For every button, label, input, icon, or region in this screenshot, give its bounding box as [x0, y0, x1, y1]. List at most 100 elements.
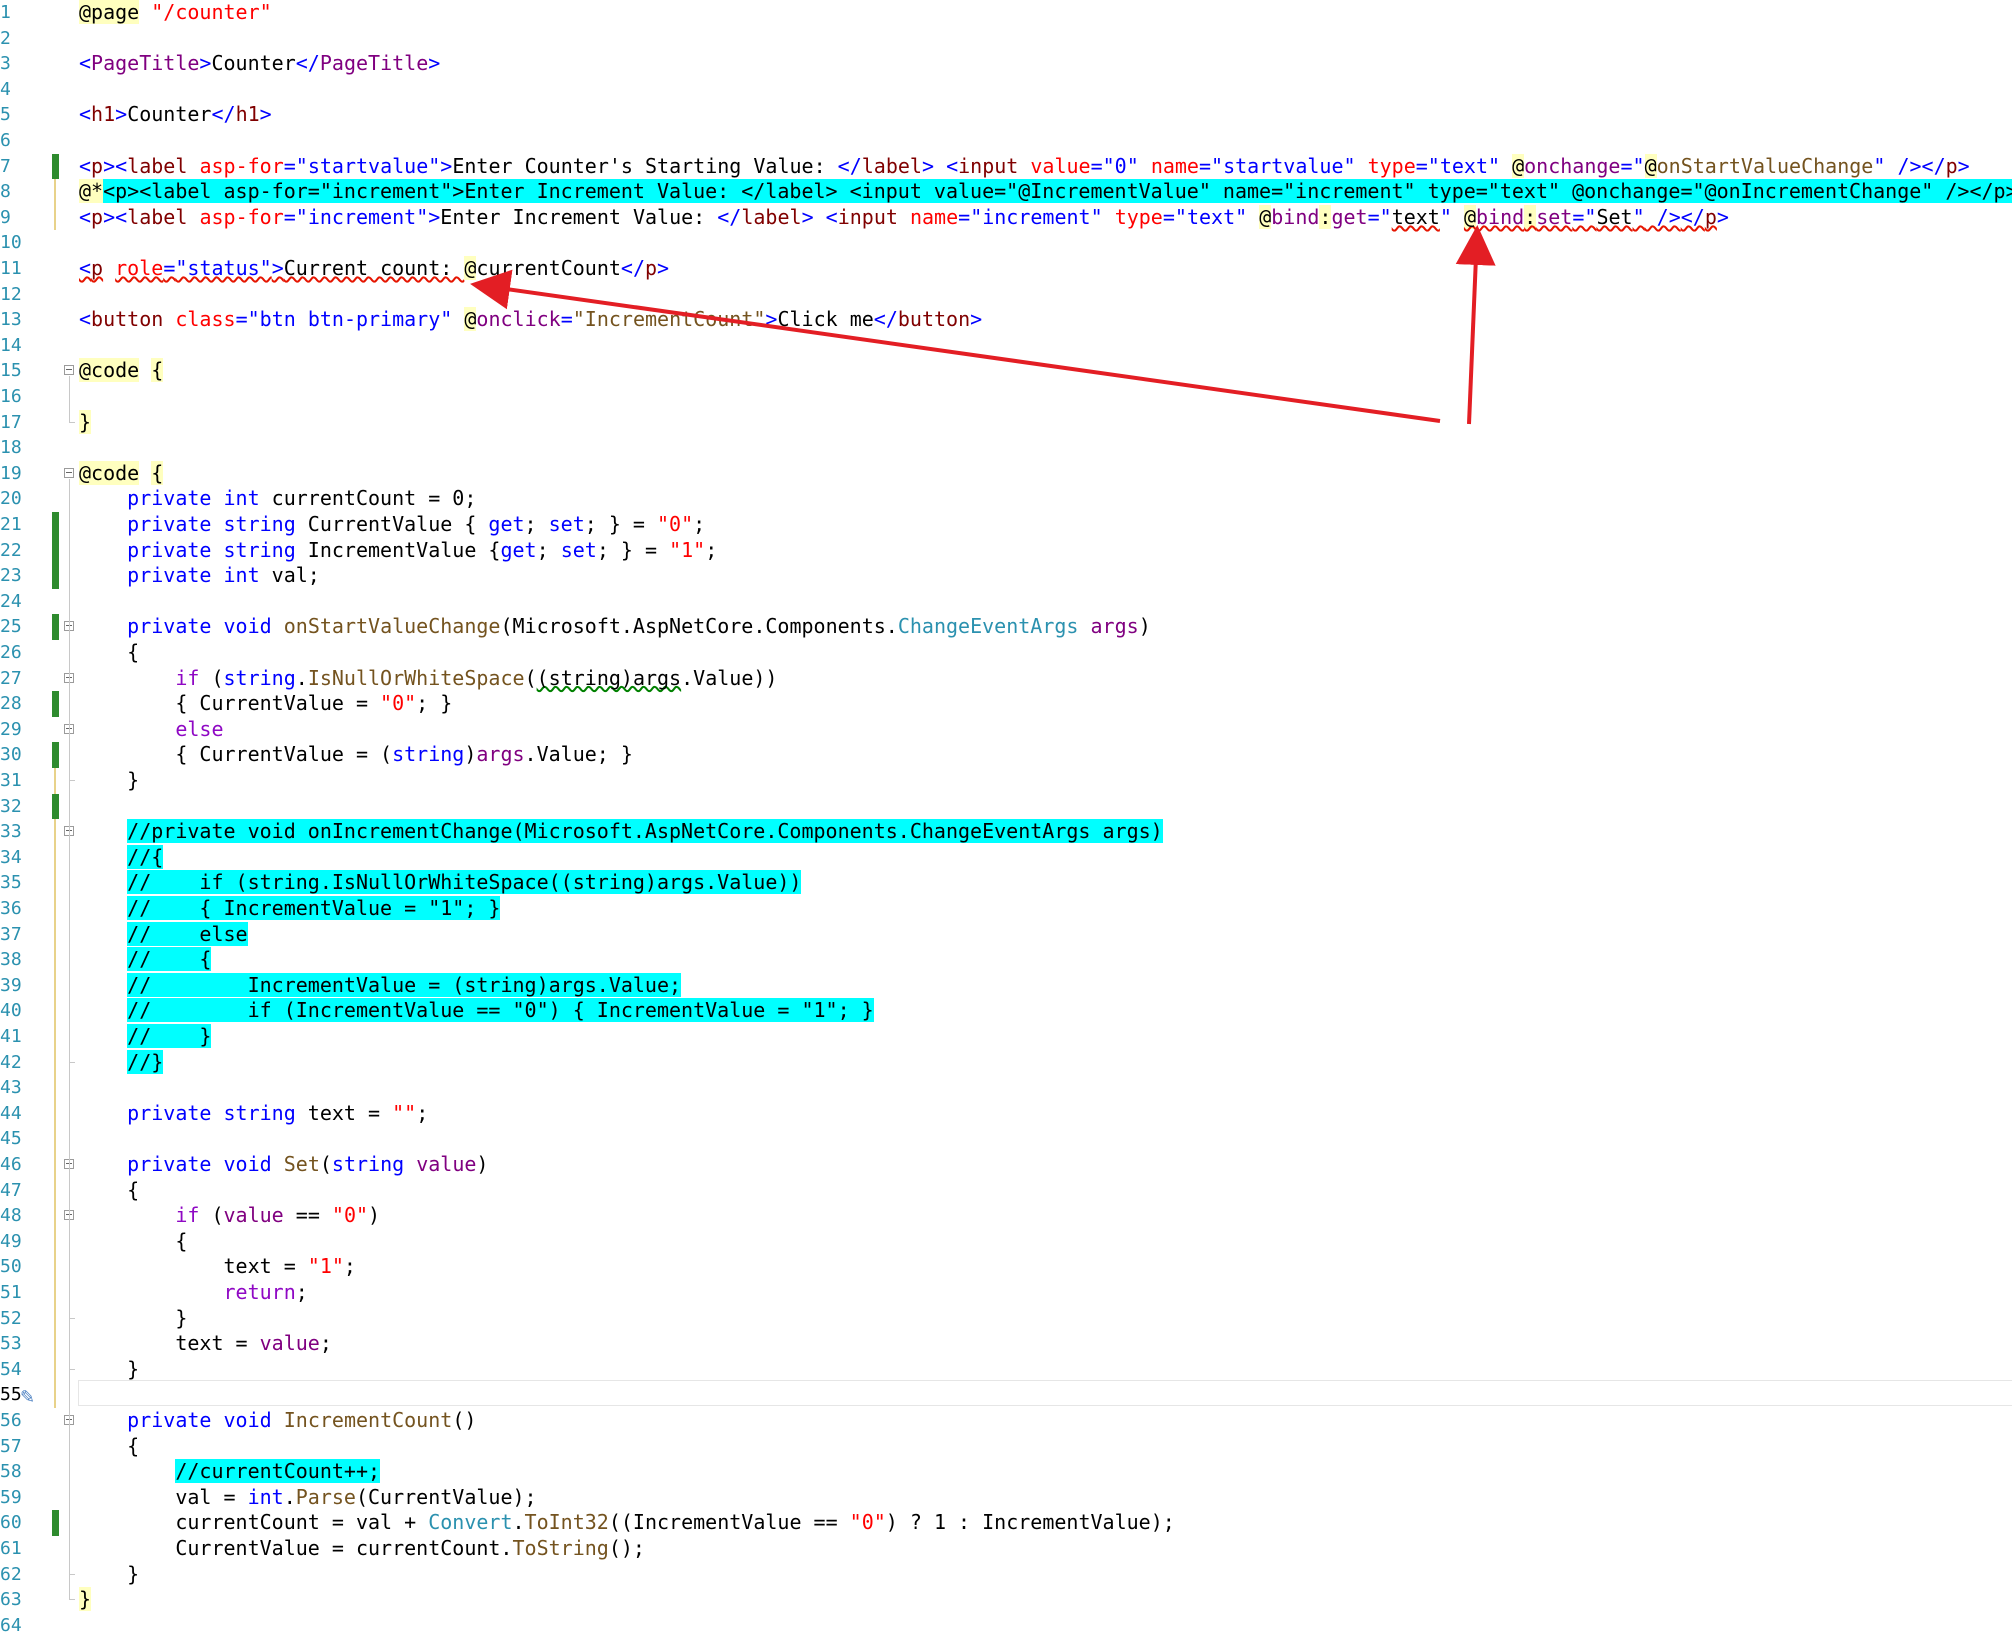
code-line[interactable]: 64 [0, 1613, 2012, 1638]
code-line[interactable]: 18 [0, 435, 2012, 461]
code-text: //} [127, 1049, 164, 1074]
code-line[interactable]: 38 // { [0, 947, 2012, 973]
code-line[interactable]: 2 [0, 26, 2012, 52]
code-line[interactable]: 15 @code { [0, 358, 2012, 384]
collapse-icon[interactable] [64, 467, 74, 478]
code-line[interactable]: 57 { [0, 1434, 2012, 1460]
code-line[interactable]: 49 { [0, 1228, 2012, 1255]
code-text: @code { [79, 460, 164, 485]
code-text: // { [127, 947, 212, 972]
code-line[interactable]: 3 <PageTitle>Counter</PageTitle> [0, 51, 2012, 77]
code-line[interactable]: 43 [0, 1075, 2012, 1101]
line-number: 17 [0, 411, 22, 433]
line-number: 35 [0, 872, 22, 894]
code-text: //currentCount++; [175, 1459, 381, 1484]
code-line[interactable]: 34 //{ [0, 844, 2012, 871]
code-line[interactable]: 10 [0, 230, 2012, 256]
code-line[interactable]: 29 else [0, 717, 2012, 743]
code-line[interactable]: 61 CurrentValue = currentCount.ToString(… [0, 1536, 2012, 1562]
code-line[interactable]: 8 @*<p><label asp-for="increment">Enter I… [0, 179, 2012, 205]
line-number: 19 [0, 462, 22, 484]
code-line[interactable]: 24 [0, 589, 2012, 615]
code-text: { [79, 1433, 140, 1458]
line-number: 56 [0, 1410, 22, 1431]
code-text: } [79, 409, 92, 434]
code-line[interactable]: 9 <p><label asp-for="increment">Enter Inc… [0, 204, 2012, 231]
unsaved-change-marker [54, 1305, 59, 1332]
code-line[interactable]: 1 @page "/counter" [0, 0, 2012, 26]
code-line[interactable]: 33 //private void onIncrementChange(Micr… [0, 819, 2012, 845]
code-line[interactable]: 16 [0, 384, 2012, 410]
line-number: 30 [0, 744, 22, 766]
unsaved-change-marker [54, 1177, 59, 1204]
fold-outline [69, 632, 70, 780]
code-line[interactable]: 52 } [0, 1305, 2012, 1332]
unsaved-change-marker [54, 1100, 59, 1127]
code-line[interactable]: 55 ✎ [0, 1380, 2012, 1408]
line-number: 39 [0, 974, 22, 996]
code-line[interactable]: 60 currentCount = val + Convert.ToInt32(… [0, 1510, 2012, 1536]
code-text: } [79, 1587, 92, 1612]
code-line[interactable]: 42 //} [0, 1049, 2012, 1076]
code-line[interactable]: 4 [0, 77, 2012, 103]
code-line[interactable]: 12 [0, 282, 2012, 308]
code-line[interactable]: 56 private void IncrementCount() [0, 1408, 2012, 1434]
code-line[interactable]: 19 @code { [0, 460, 2012, 487]
code-line[interactable]: 51 return; [0, 1280, 2012, 1306]
line-number: 49 [0, 1230, 22, 1252]
collapse-icon[interactable] [64, 365, 74, 376]
code-line[interactable]: 21 private string CurrentValue { get; se… [0, 512, 2012, 538]
code-line[interactable]: 62 } [0, 1562, 2012, 1588]
code-line[interactable]: 58 //currentCount++; [0, 1459, 2012, 1485]
code-line[interactable]: 26 { [0, 640, 2012, 666]
code-line[interactable]: 37 // else [0, 921, 2012, 948]
code-line[interactable]: 53 text = value; [0, 1331, 2012, 1357]
line-number: 22 [0, 539, 22, 561]
code-line[interactable]: 48 if (value == "0") [0, 1203, 2012, 1229]
code-line[interactable]: 44 private string text = ""; [0, 1100, 2012, 1127]
code-line[interactable]: 31 } [0, 768, 2012, 794]
code-line[interactable]: 41 // } [0, 1024, 2012, 1050]
code-line[interactable]: 14 [0, 333, 2012, 359]
code-line[interactable]: 50 text = "1"; [0, 1254, 2012, 1280]
code-line[interactable]: 35 // if (string.IsNullOrWhiteSpace((str… [0, 870, 2012, 896]
code-line[interactable]: 63} [0, 1587, 2012, 1613]
line-number: 61 [0, 1538, 22, 1559]
code-line[interactable]: 45 [0, 1126, 2012, 1152]
code-text: return; [223, 1280, 308, 1304]
code-line[interactable]: 47 { [0, 1177, 2012, 1204]
code-line[interactable]: 39 // IncrementValue = (string)args.Valu… [0, 972, 2012, 999]
fold-outline [69, 1426, 70, 1574]
line-number: 51 [0, 1282, 22, 1303]
code-line[interactable]: 23 private int val; [0, 563, 2012, 589]
unsaved-change-marker [54, 998, 59, 1024]
line-number: 45 [0, 1128, 22, 1150]
code-line[interactable]: 27 if (string.IsNullOrWhiteSpace((string… [0, 666, 2012, 692]
code-line[interactable]: 30 { CurrentValue = (string)args.Value; … [0, 742, 2012, 768]
code-line[interactable]: 17} [0, 409, 2012, 436]
code-line[interactable]: 20 private int currentCount = 0; [0, 486, 2012, 512]
code-line[interactable]: 40 // if (IncrementValue == "0") { Incre… [0, 998, 2012, 1024]
line-number: 28 [0, 693, 22, 715]
code-line[interactable]: 22 private string IncrementValue {get; s… [0, 537, 2012, 564]
saved-change-marker [52, 512, 59, 538]
code-line[interactable]: 6 [0, 128, 2012, 154]
code-line[interactable]: 7 <p><label asp-for="startvalue">Enter Co… [0, 153, 2012, 180]
line-number: 43 [0, 1077, 22, 1099]
code-line[interactable]: 59 val = int.Parse(CurrentValue); [0, 1485, 2012, 1511]
code-line[interactable]: 54 } [0, 1356, 2012, 1383]
code-line[interactable]: 11 <p role="status">Current count: @curre… [0, 256, 2012, 282]
line-number: 36 [0, 898, 22, 919]
code-line[interactable]: 32 [0, 793, 2012, 820]
code-line[interactable]: 13 <button class="btn btn-primary" @oncli… [0, 307, 2012, 333]
fold-end-tick [69, 1368, 75, 1370]
code-line[interactable]: 36 // { IncrementValue = "1"; } [0, 896, 2012, 922]
code-line[interactable]: 5 <h1>Counter</h1> [0, 102, 2012, 128]
code-line[interactable]: 28 { CurrentValue = "0"; } [0, 691, 2012, 717]
code-line[interactable]: 25 private void onStartValueChange(Micro… [0, 614, 2012, 640]
line-number: 48 [0, 1205, 22, 1227]
code-line[interactable]: 46 private void Set(string value) [0, 1152, 2012, 1178]
code-editor[interactable]: 1 @page "/counter" 2 3 <PageTitle>Counter</P… [0, 0, 2012, 1636]
code-text: } [79, 1356, 140, 1381]
unsaved-change-marker [54, 972, 59, 999]
